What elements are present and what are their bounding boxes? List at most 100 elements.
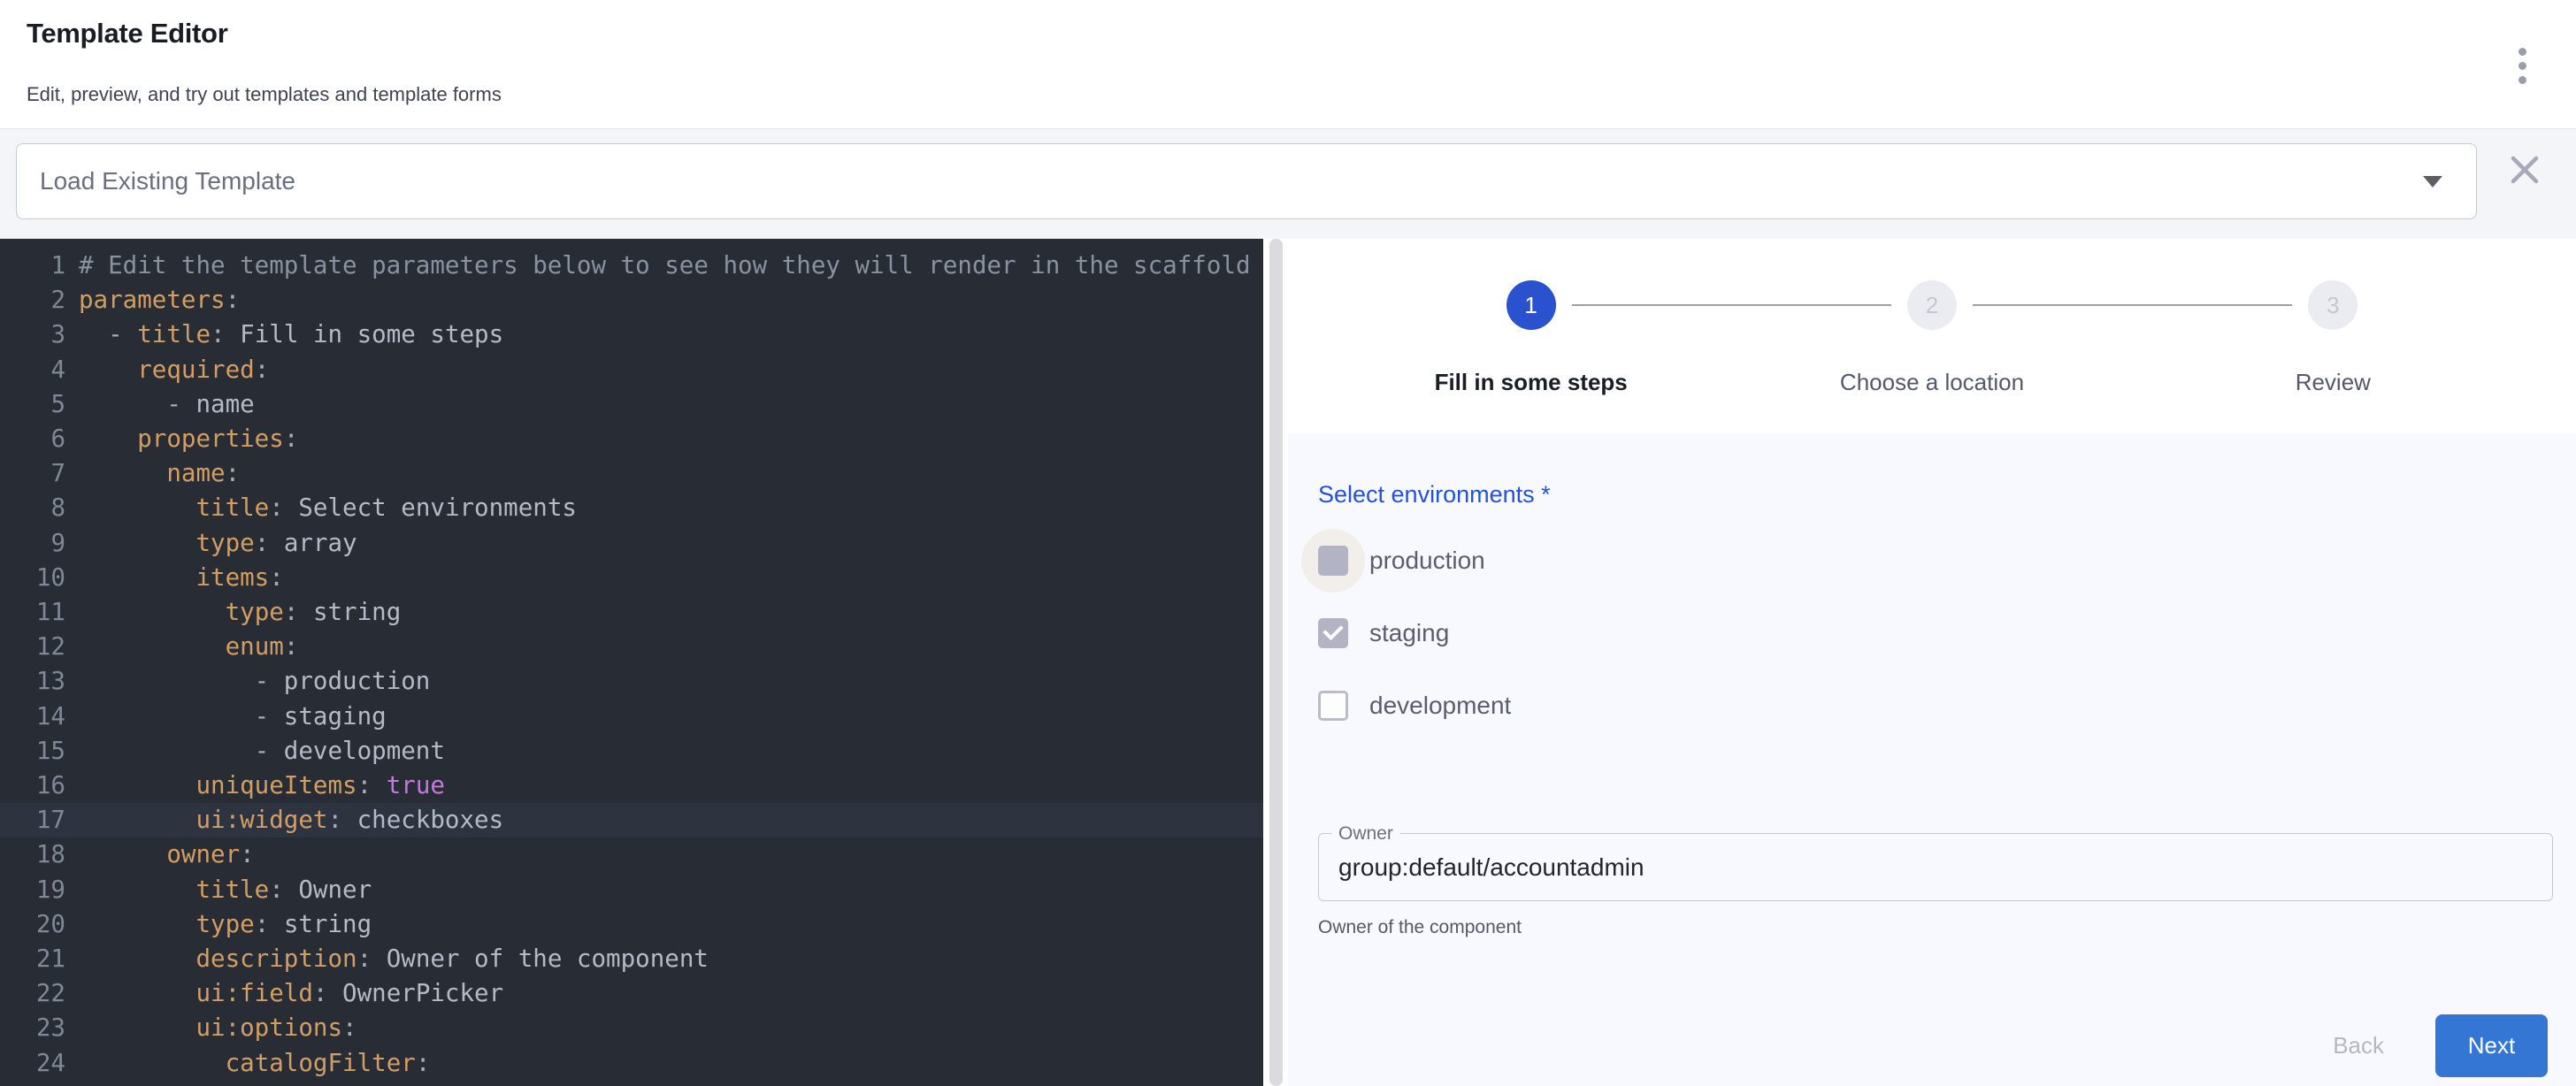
code-line[interactable]: 16 uniqueItems: true (0, 769, 1263, 803)
code-editor-pane[interactable]: 1# Edit the template parameters below to… (0, 239, 1263, 1086)
code-token: type (226, 598, 284, 626)
code-token: development (284, 737, 445, 765)
code-line[interactable]: 19 title: Owner (0, 873, 1263, 907)
code-token (79, 910, 196, 938)
page-subtitle: Edit, preview, and try out templates and… (27, 83, 2576, 106)
kebab-menu-icon[interactable] (2515, 44, 2530, 88)
code-token: : (313, 979, 342, 1007)
code-line[interactable]: 5 - name (0, 387, 1263, 422)
code-line[interactable]: 24 catalogFilter: (0, 1046, 1263, 1081)
owner-field[interactable]: Owner group:default/accountadmin (1318, 833, 2553, 901)
code-token: : (284, 598, 313, 626)
code-token: : (211, 320, 240, 348)
code-token: description (196, 945, 356, 973)
code-text: catalogFilter: (65, 1046, 430, 1081)
code-line[interactable]: 20 type: string (0, 907, 1263, 942)
code-text: name: (65, 456, 240, 491)
code-token: name (166, 459, 225, 487)
code-line[interactable]: 12 enum: (0, 630, 1263, 664)
checkbox-row-production[interactable]: production (1318, 546, 2553, 576)
code-line[interactable]: 17 ui:widget: checkboxes (0, 803, 1263, 837)
pane-resize-handle[interactable] (1269, 239, 1283, 1086)
code-token (79, 424, 137, 453)
code-line[interactable]: 21 description: Owner of the component (0, 942, 1263, 976)
code-line[interactable]: 3 - title: Fill in some steps (0, 317, 1263, 352)
code-line[interactable]: 6 properties: (0, 422, 1263, 456)
code-text: - name (65, 387, 255, 422)
load-existing-template-select[interactable]: Load Existing Template (16, 143, 2477, 219)
stepper-step-review: 3Review (2133, 280, 2534, 396)
stepper-step-fill-in-some-steps: 1Fill in some steps (1330, 280, 1731, 396)
checkbox-row-development[interactable]: development (1318, 691, 2553, 721)
line-number: 20 (0, 907, 65, 942)
code-token: title (196, 493, 269, 522)
required-marker: * (1541, 481, 1551, 508)
code-line[interactable]: 14 - staging (0, 700, 1263, 734)
stepper-step-choose-a-location: 2Choose a location (1731, 280, 2132, 396)
environment-checkbox-group: production staging development (1318, 546, 2553, 721)
code-line[interactable]: 4 required: (0, 353, 1263, 387)
checkbox-unchecked-icon[interactable] (1318, 691, 1348, 721)
code-token: - (79, 320, 137, 348)
code-text: ui:widget: checkboxes (65, 803, 503, 837)
checkbox-row-staging[interactable]: staging (1318, 618, 2553, 648)
code-token: staging (284, 702, 387, 730)
code-text: parameters: (65, 283, 240, 317)
code-token (79, 771, 196, 799)
code-line[interactable]: 1# Edit the template parameters below to… (0, 249, 1263, 283)
group-label-text: Select environments (1318, 481, 1535, 508)
close-icon[interactable] (2503, 149, 2546, 191)
line-number: 17 (0, 803, 65, 837)
code-token: : (255, 910, 284, 938)
code-token (79, 493, 196, 522)
code-token (79, 459, 166, 487)
next-button[interactable]: Next (2435, 1014, 2548, 1077)
code-token: : (255, 356, 270, 384)
line-number: 11 (0, 595, 65, 630)
code-text: type: string (65, 595, 401, 630)
stepper-connector (1572, 304, 1891, 306)
code-line[interactable]: 22 ui:field: OwnerPicker (0, 976, 1263, 1011)
code-token: name (196, 390, 254, 418)
back-button[interactable]: Back (2312, 1020, 2405, 1072)
checkbox-checked-icon[interactable] (1318, 618, 1348, 648)
code-token: true (387, 771, 445, 799)
code-line[interactable]: 11 type: string (0, 595, 1263, 630)
checkbox-label[interactable]: staging (1369, 619, 1449, 647)
owner-field-value[interactable]: group:default/accountadmin (1338, 853, 2533, 882)
pane-divider-zone (1263, 239, 1288, 1086)
line-number: 4 (0, 353, 65, 387)
checkbox-checked-icon[interactable] (1318, 546, 1348, 576)
code-text: description: Owner of the component (65, 942, 709, 976)
code-token (79, 945, 196, 973)
code-token: ui:field (196, 979, 312, 1007)
code-line[interactable]: 9 type: array (0, 526, 1263, 561)
line-number: 16 (0, 769, 65, 803)
code-text: - production (65, 664, 430, 699)
checkbox-label[interactable]: production (1369, 547, 1485, 575)
line-number: 22 (0, 976, 65, 1011)
code-token: properties (137, 424, 284, 453)
line-number: 15 (0, 734, 65, 769)
checkbox-label[interactable]: development (1369, 692, 1511, 720)
code-token: owner (166, 840, 240, 868)
line-number: 14 (0, 700, 65, 734)
code-token: : (240, 840, 255, 868)
code-line[interactable]: 18 owner: (0, 837, 1263, 872)
code-line[interactable]: 10 items: (0, 561, 1263, 595)
code-token: Owner (298, 876, 372, 904)
code-line[interactable]: 7 name: (0, 456, 1263, 491)
code-line[interactable]: 23 ui:options: (0, 1011, 1263, 1045)
code-token: enum (226, 632, 284, 661)
code-line[interactable]: 8 title: Select environments (0, 491, 1263, 525)
code-token: title (137, 320, 211, 348)
code-line[interactable]: 15 - development (0, 734, 1263, 769)
code-text: type: array (65, 526, 357, 561)
code-line[interactable]: 13 - production (0, 664, 1263, 699)
code-line[interactable]: 2parameters: (0, 283, 1263, 317)
code-token: : (327, 806, 356, 834)
code-token (79, 1013, 196, 1042)
code-token: array (284, 529, 357, 557)
select-value-label: Load Existing Template (40, 167, 295, 195)
code-text: ui:options: (65, 1011, 357, 1045)
